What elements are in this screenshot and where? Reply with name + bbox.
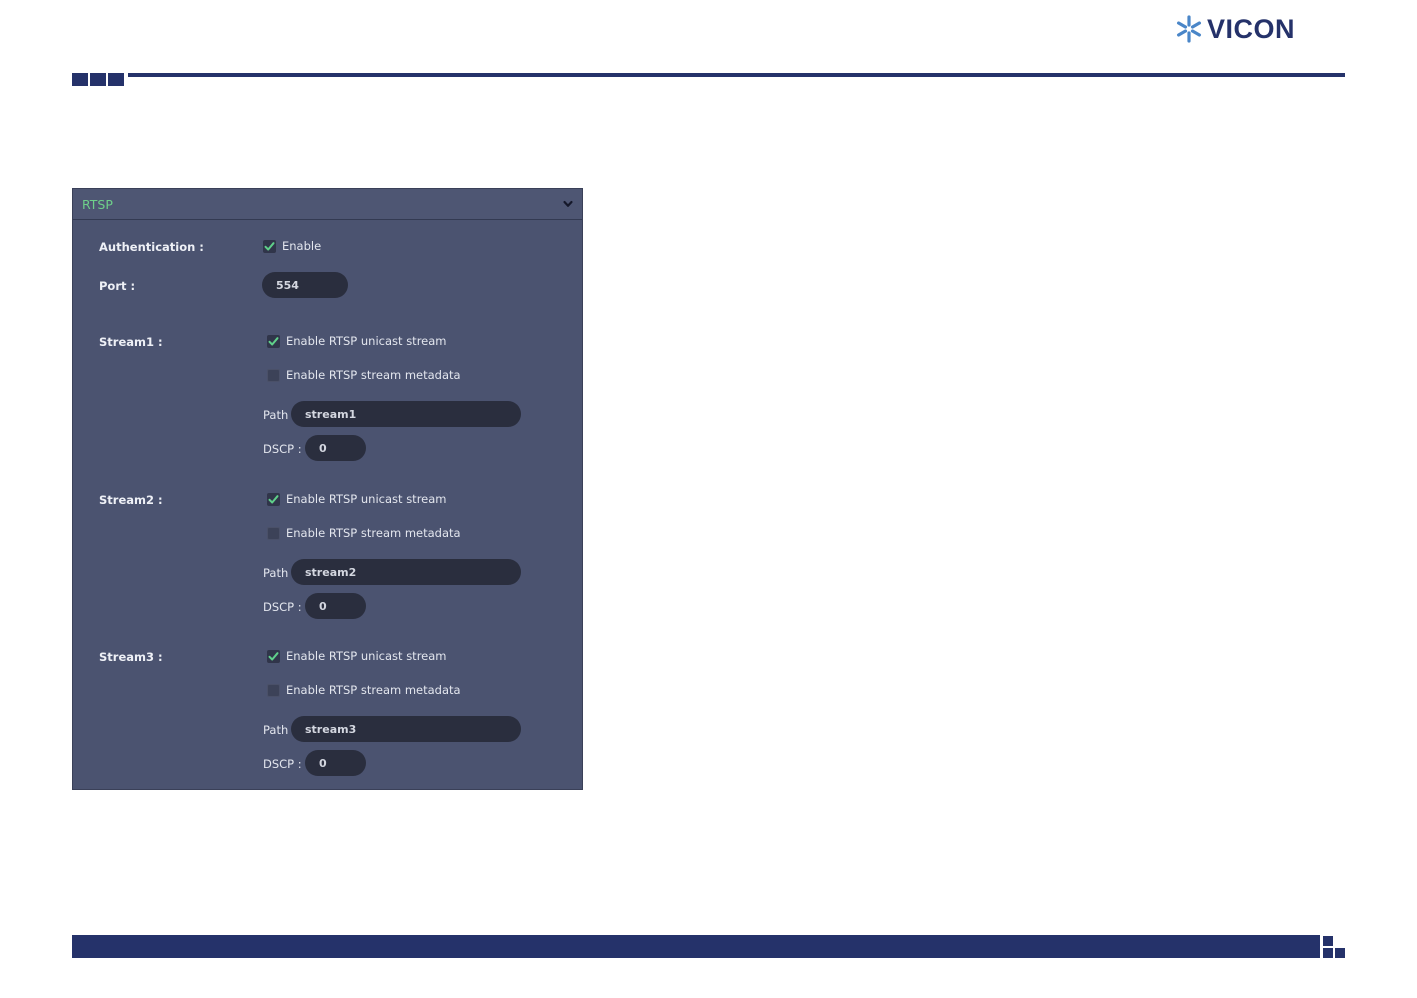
authentication-label: Authentication : bbox=[99, 240, 204, 254]
rtsp-panel: RTSP Authentication : Enable Port : 554 … bbox=[72, 188, 583, 790]
stream3-metadata-checkbox[interactable]: Enable RTSP stream metadata bbox=[267, 683, 461, 697]
stream1-path-value: stream1 bbox=[305, 407, 357, 421]
stream2-dscp-input[interactable]: 0 bbox=[305, 593, 366, 619]
stream3-path-label: Path bbox=[263, 723, 289, 737]
stream1-unicast-label: Enable RTSP unicast stream bbox=[286, 334, 447, 348]
footer-bar bbox=[72, 935, 1320, 958]
stream3-path-value: stream3 bbox=[305, 722, 357, 736]
stream3-unicast-checkbox[interactable]: Enable RTSP unicast stream bbox=[267, 649, 447, 663]
checkbox[interactable] bbox=[267, 526, 280, 540]
stream3-dscp-input[interactable]: 0 bbox=[305, 750, 366, 776]
checkbox[interactable] bbox=[267, 334, 280, 348]
stream3-unicast-label: Enable RTSP unicast stream bbox=[286, 649, 447, 663]
panel-header[interactable]: RTSP bbox=[73, 189, 582, 220]
stream2-dscp-value: 0 bbox=[319, 599, 327, 613]
port-input[interactable]: 554 bbox=[262, 272, 348, 298]
stream2-dscp-label: DSCP : bbox=[263, 600, 302, 614]
stream2-path-input[interactable]: stream2 bbox=[291, 559, 521, 585]
stream1-unicast-checkbox[interactable]: Enable RTSP unicast stream bbox=[267, 334, 447, 348]
port-value: 554 bbox=[276, 278, 299, 292]
stream2-unicast-checkbox[interactable]: Enable RTSP unicast stream bbox=[267, 492, 447, 506]
vicon-logo: VICON bbox=[1174, 14, 1304, 44]
check-icon bbox=[264, 241, 275, 250]
footer-square bbox=[1323, 936, 1333, 946]
checkbox[interactable] bbox=[267, 683, 280, 697]
stream2-label: Stream2 : bbox=[99, 493, 163, 507]
check-icon bbox=[268, 651, 279, 660]
stream1-path-input[interactable]: stream1 bbox=[291, 401, 521, 427]
checkbox[interactable] bbox=[267, 649, 280, 663]
stream2-metadata-label: Enable RTSP stream metadata bbox=[286, 526, 461, 540]
stream3-dscp-value: 0 bbox=[319, 756, 327, 770]
stream3-label: Stream3 : bbox=[99, 650, 163, 664]
authentication-checkbox-label: Enable bbox=[282, 239, 322, 253]
header-square bbox=[72, 73, 88, 86]
stream2-path-label: Path bbox=[263, 566, 289, 580]
footer-square bbox=[1335, 948, 1345, 958]
footer-square bbox=[1323, 948, 1333, 958]
stream2-path-value: stream2 bbox=[305, 565, 357, 579]
header-squares bbox=[72, 73, 124, 86]
stream1-metadata-label: Enable RTSP stream metadata bbox=[286, 368, 461, 382]
authentication-checkbox[interactable]: Enable bbox=[263, 239, 321, 253]
vicon-star-icon bbox=[1176, 15, 1201, 43]
checkbox[interactable] bbox=[263, 239, 276, 253]
header-square bbox=[90, 73, 106, 86]
checkbox[interactable] bbox=[267, 492, 280, 506]
stream1-dscp-label: DSCP : bbox=[263, 442, 302, 456]
stream3-metadata-label: Enable RTSP stream metadata bbox=[286, 683, 461, 697]
stream1-dscp-input[interactable]: 0 bbox=[305, 435, 366, 461]
logo-text: VICON bbox=[1207, 14, 1296, 44]
stream1-label: Stream1 : bbox=[99, 335, 163, 349]
stream1-dscp-value: 0 bbox=[319, 441, 327, 455]
stream3-dscp-label: DSCP : bbox=[263, 757, 302, 771]
panel-title: RTSP bbox=[82, 196, 113, 212]
header-rule bbox=[128, 73, 1345, 77]
stream1-path-label: Path bbox=[263, 408, 289, 422]
port-label: Port : bbox=[99, 279, 136, 293]
header-square bbox=[108, 73, 124, 86]
chevron-down-icon[interactable] bbox=[562, 198, 574, 210]
check-icon bbox=[268, 494, 279, 503]
stream2-unicast-label: Enable RTSP unicast stream bbox=[286, 492, 447, 506]
checkbox[interactable] bbox=[267, 368, 280, 382]
check-icon bbox=[268, 336, 279, 345]
stream1-metadata-checkbox[interactable]: Enable RTSP stream metadata bbox=[267, 368, 461, 382]
stream3-path-input[interactable]: stream3 bbox=[291, 716, 521, 742]
stream2-metadata-checkbox[interactable]: Enable RTSP stream metadata bbox=[267, 526, 461, 540]
